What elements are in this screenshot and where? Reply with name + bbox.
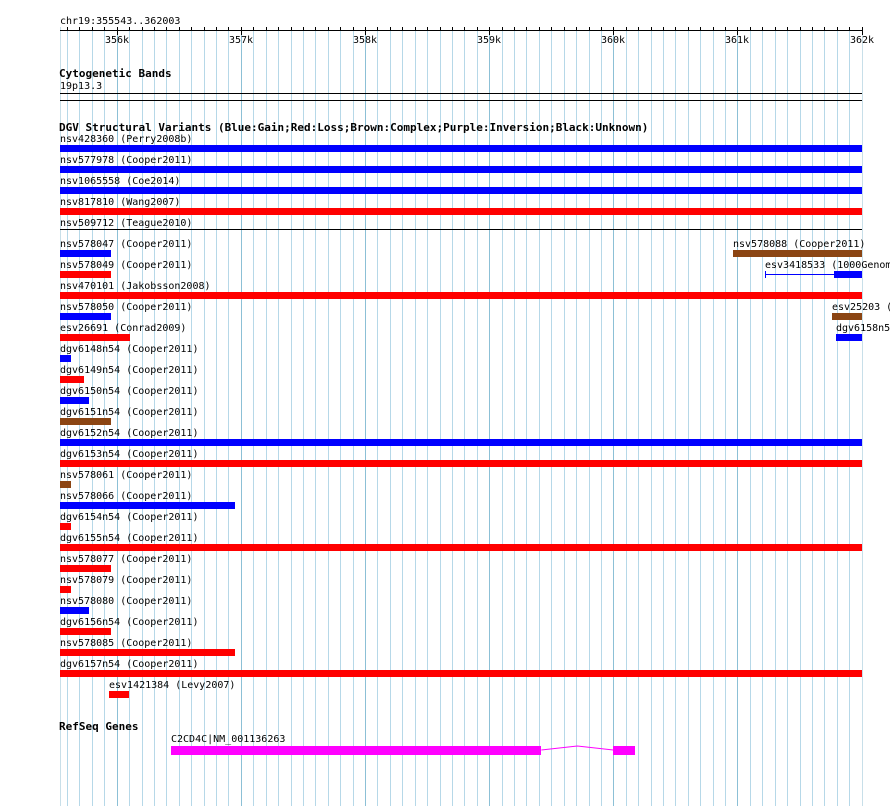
gene-intron-line xyxy=(541,745,614,751)
genome-browser-view: chr19:355543..362003 356k 357k 358k 359k 360… xyxy=(0,0,890,806)
gene-intron xyxy=(541,745,614,751)
